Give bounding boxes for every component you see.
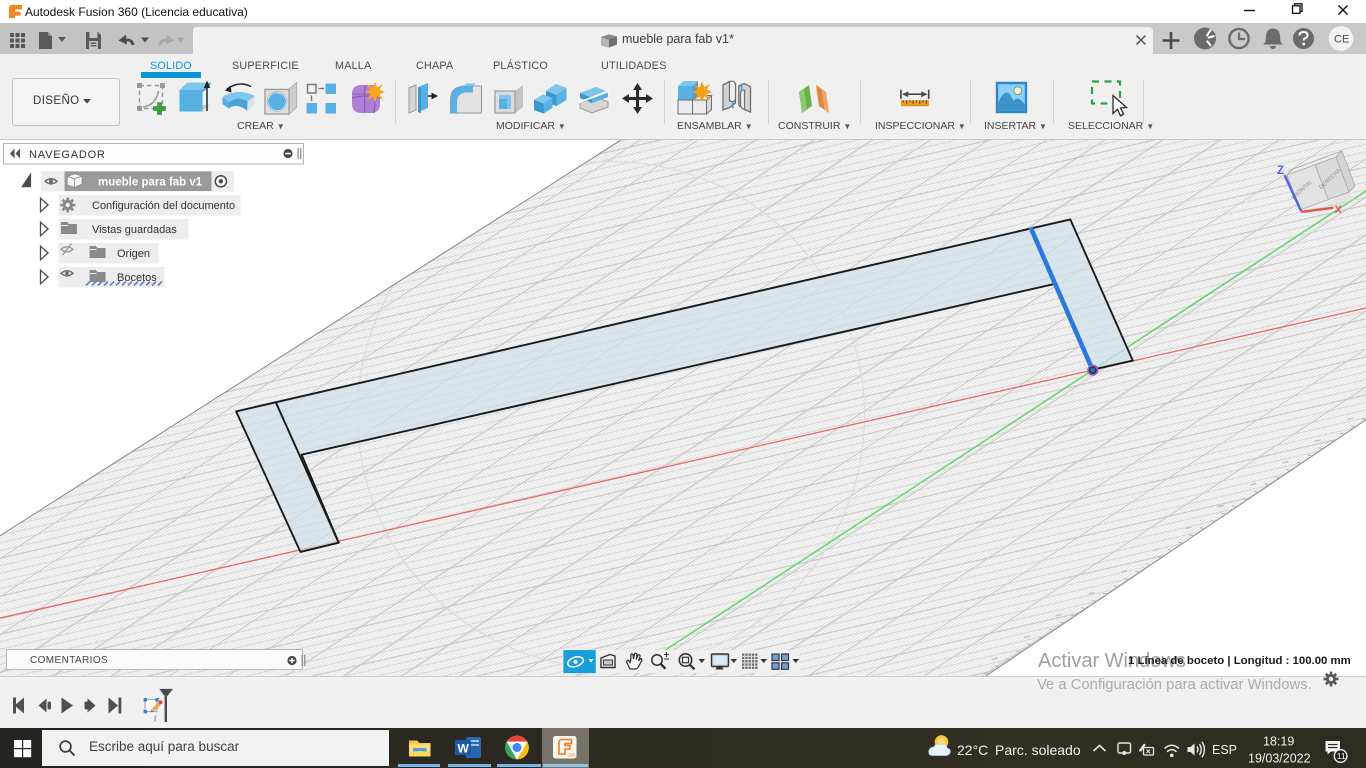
- svg-text:Configuración del documento: Configuración del documento: [92, 200, 235, 212]
- svg-text:360: 360: [568, 753, 576, 758]
- svg-text:Z: Z: [1277, 165, 1284, 177]
- svg-text:NAVEGADOR: NAVEGADOR: [29, 149, 106, 161]
- svg-text:mueble para fab v1: mueble para fab v1: [98, 177, 203, 189]
- svg-text:Bocetos: Bocetos: [117, 272, 157, 284]
- svg-text:X: X: [1335, 204, 1343, 216]
- svg-text:W: W: [458, 742, 470, 756]
- svg-text:CE: CE: [1334, 34, 1349, 46]
- svg-text:Vistas guardadas: Vistas guardadas: [92, 224, 177, 236]
- svg-text:Origen: Origen: [117, 248, 150, 260]
- svg-text:Parc. soleado: Parc. soleado: [995, 742, 1081, 758]
- svg-text:18:19: 18:19: [1263, 735, 1294, 749]
- svg-text:19/03/2022: 19/03/2022: [1248, 752, 1311, 766]
- svg-text:22°C: 22°C: [957, 742, 988, 758]
- svg-text:ESP: ESP: [1212, 743, 1237, 757]
- svg-text:11: 11: [1337, 751, 1346, 761]
